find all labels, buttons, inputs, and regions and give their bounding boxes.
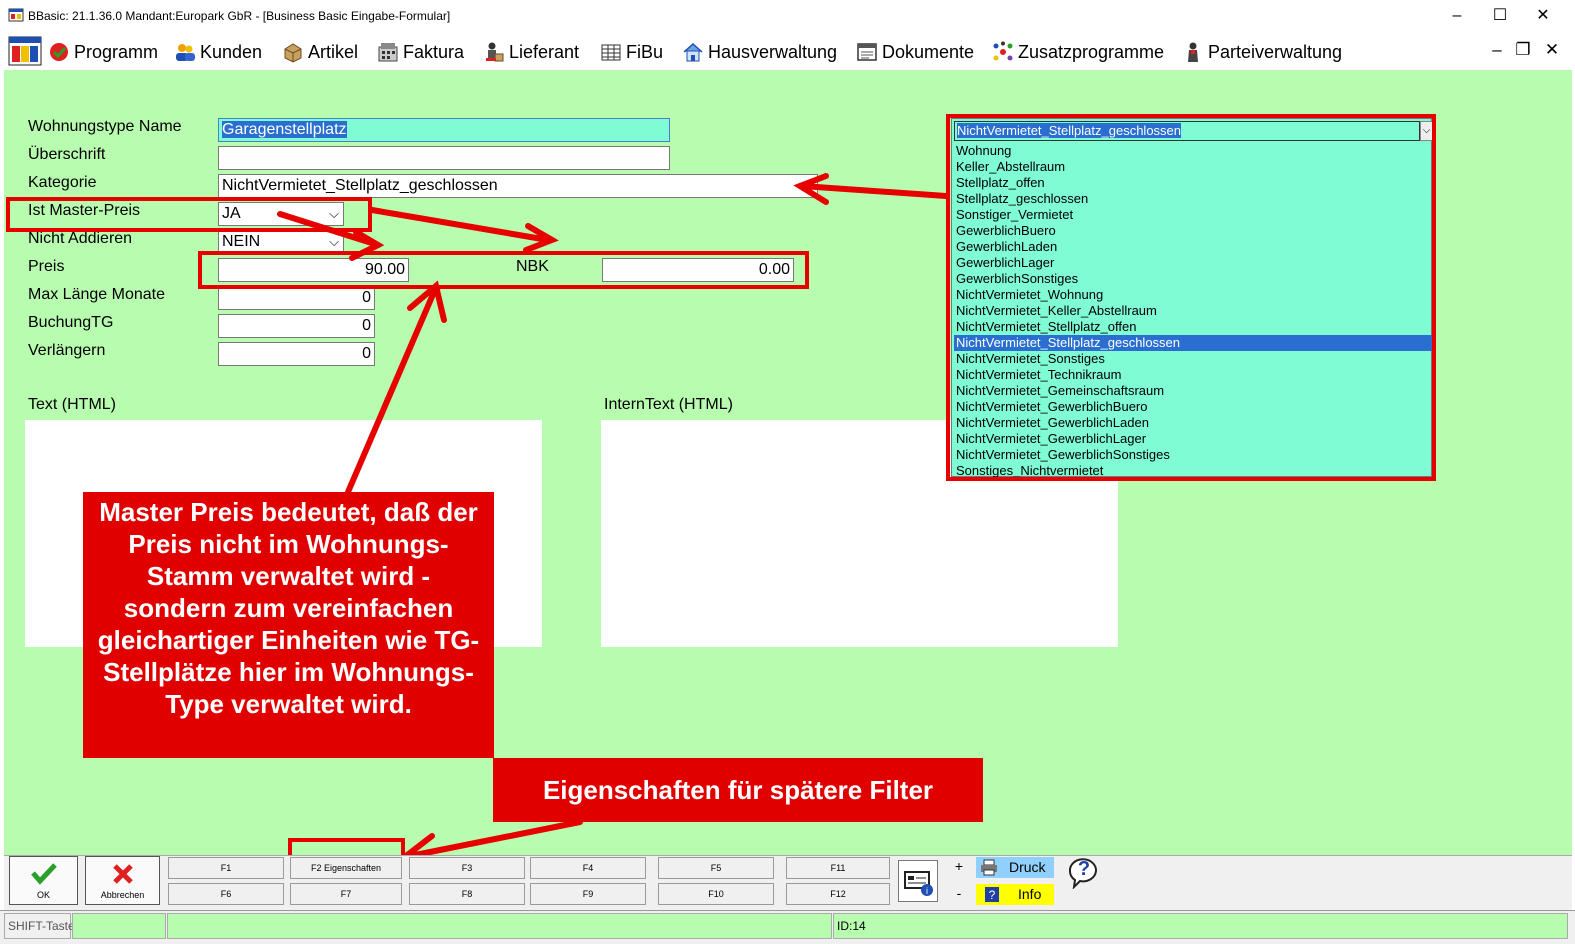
f4-button[interactable]: F4	[530, 857, 646, 879]
svg-text:?: ?	[989, 888, 996, 902]
svg-text:i: i	[926, 886, 928, 896]
info-button[interactable]: ? Info	[976, 884, 1054, 905]
menu-parteiverwaltung[interactable]: Parteiverwaltung	[1182, 40, 1342, 64]
annotation-frame-dropdown	[946, 114, 1436, 481]
menu-lieferant[interactable]: Lieferant	[483, 40, 579, 64]
menu-programm[interactable]: Programm	[48, 40, 158, 64]
window-title: BBasic: 21.1.36.0 Mandant:Europark GbR -…	[28, 9, 451, 23]
max-laenge-monate-input[interactable]: 0	[218, 286, 375, 310]
callout-master-preis: Master Preis bedeutet, daß der Preis nic…	[83, 492, 494, 758]
status-shift-key: SHIFT-Taste	[4, 913, 75, 939]
menu-dokumente[interactable]: Dokumente	[856, 40, 974, 64]
druck-button[interactable]: Druck	[976, 857, 1054, 878]
menu-dokumente-label: Dokumente	[882, 42, 975, 62]
app-logo-icon	[8, 36, 42, 66]
supplier-icon	[486, 42, 504, 62]
documents-icon	[857, 43, 877, 61]
f6-button[interactable]: F6	[168, 883, 284, 905]
help-button[interactable]: ?	[1066, 857, 1102, 889]
verlaengern-input[interactable]: 0	[218, 342, 375, 366]
mdi-restore-button[interactable]: ❐	[1512, 40, 1534, 60]
label-nicht-addieren: Nicht Addieren	[28, 230, 133, 247]
label-verlaengern: Verlängern	[28, 342, 106, 359]
ok-label: OK	[36, 890, 50, 900]
label-text-html: Text (HTML)	[28, 396, 116, 413]
menu-parteiverwaltung-label: Parteiverwaltung	[1208, 42, 1343, 62]
menu-hausverwaltung[interactable]: Hausverwaltung	[682, 40, 837, 64]
label-wohnungstype-name: Wohnungstype Name	[28, 118, 182, 135]
title-bar: BBasic: 21.1.36.0 Mandant:Europark GbR -…	[0, 0, 1575, 32]
plus-button[interactable]: +	[948, 858, 970, 878]
info-label: Info	[1018, 886, 1042, 902]
maximize-button[interactable]: ☐	[1477, 0, 1523, 32]
menu-hausverwaltung-label: Hausverwaltung	[708, 42, 838, 62]
mdi-close-button[interactable]: ✕	[1541, 40, 1563, 60]
abbrechen-button[interactable]: Abbrechen	[85, 856, 160, 905]
wohnungstype-name-input[interactable]: Garagenstellplatz	[218, 118, 670, 142]
f7-button[interactable]: F7	[290, 883, 402, 905]
menu-kunden[interactable]: Kunden	[174, 40, 262, 64]
f9-button[interactable]: F9	[530, 883, 646, 905]
help-question-mark: ?	[1077, 858, 1091, 880]
checkmark-icon	[31, 863, 57, 885]
menu-zusatzprogramme[interactable]: Zusatzprogramme	[992, 40, 1164, 64]
menu-programm-label: Programm	[74, 42, 159, 62]
menu-faktura[interactable]: Faktura	[377, 40, 464, 64]
f1-button[interactable]: F1	[168, 857, 284, 879]
menu-zusatzprogramme-label: Zusatzprogramme	[1018, 42, 1165, 62]
ledger-icon	[601, 44, 621, 61]
menu-bar: Programm Kunden Artikel Faktura Lieferan…	[0, 32, 1575, 70]
box-icon	[284, 43, 302, 63]
help-book-icon: ?	[985, 887, 999, 902]
menu-kunden-label: Kunden	[200, 42, 263, 62]
menu-artikel-label: Artikel	[308, 42, 359, 62]
addons-icon	[993, 41, 1013, 61]
menu-fibu[interactable]: FiBu	[600, 40, 663, 64]
f5-button[interactable]: F5	[658, 857, 774, 879]
label-interntext-html: InternText (HTML)	[604, 396, 733, 413]
menu-artikel[interactable]: Artikel	[282, 40, 358, 64]
f11-button[interactable]: F11	[786, 857, 890, 879]
properties-button[interactable]: i	[898, 860, 938, 902]
app-icon	[8, 8, 24, 22]
f10-button[interactable]: F10	[658, 883, 774, 905]
menu-fibu-label: FiBu	[626, 42, 664, 62]
cancel-x-icon	[113, 864, 133, 884]
label-ueberschrift: Überschrift	[28, 146, 106, 163]
person-icon	[1188, 42, 1198, 62]
status-cell-3	[167, 913, 832, 939]
kategorie-input[interactable]: NichtVermietet_Stellplatz_geschlossen	[218, 174, 818, 198]
f2-eigenschaften-button[interactable]: F2 Eigenschaften	[290, 857, 402, 879]
label-kategorie: Kategorie	[28, 174, 97, 191]
annotation-frame-preis	[198, 251, 809, 289]
menu-lieferant-label: Lieferant	[509, 42, 580, 62]
label-preis: Preis	[28, 258, 65, 275]
status-cell-2	[72, 913, 166, 939]
card-info-icon: i	[904, 871, 933, 896]
customers-icon	[176, 44, 195, 61]
programm-icon	[50, 43, 68, 61]
label-max-laenge-monate: Max Länge Monate	[28, 286, 165, 303]
f3-button[interactable]: F3	[409, 857, 525, 879]
calculator-icon	[378, 43, 398, 62]
f8-button[interactable]: F8	[409, 883, 525, 905]
label-buchung-tg: BuchungTG	[28, 314, 114, 331]
menu-faktura-label: Faktura	[403, 42, 465, 62]
close-button[interactable]: ✕	[1520, 0, 1566, 32]
ok-button[interactable]: OK	[9, 856, 78, 905]
mdi-minimize-button[interactable]: –	[1486, 40, 1508, 60]
buchung-tg-input[interactable]: 0	[218, 314, 375, 338]
status-id: ID:14	[833, 913, 1568, 939]
annotation-frame-master-preis	[6, 197, 372, 232]
minimize-button[interactable]: –	[1434, 0, 1480, 32]
callout-eigenschaften: Eigenschaften für spätere Filter	[493, 758, 983, 822]
printer-icon	[981, 859, 997, 876]
minus-button[interactable]: -	[948, 885, 970, 905]
abbrechen-label: Abbrechen	[100, 890, 145, 900]
ueberschrift-input[interactable]	[218, 146, 670, 170]
house-icon	[683, 42, 703, 62]
druck-label: Druck	[1009, 859, 1046, 875]
f12-button[interactable]: F12	[786, 883, 890, 905]
